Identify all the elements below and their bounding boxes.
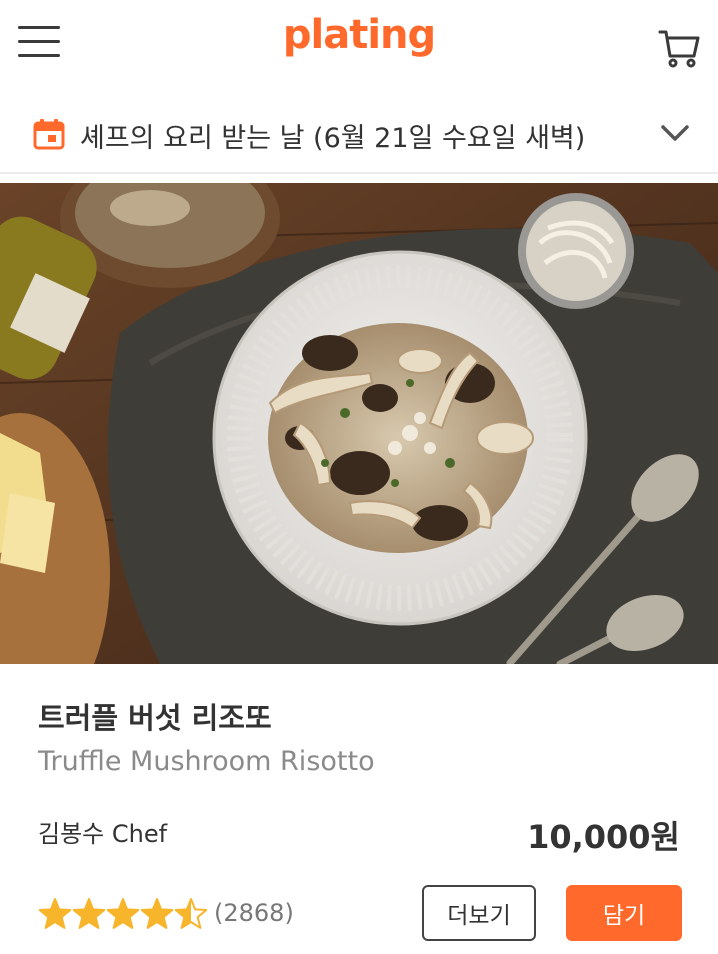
app-header: plating — [0, 0, 718, 90]
delivery-date-text: 셰프의 요리 받는 날 (6월 21일 수요일 새벽) — [80, 123, 586, 154]
star-icon — [72, 898, 106, 929]
calendar-icon — [33, 119, 65, 150]
star-icon — [38, 898, 72, 929]
chef-name: 김봉수 Chef — [38, 820, 168, 848]
star-icon — [140, 898, 174, 929]
shopping-cart-icon[interactable] — [658, 26, 702, 70]
product-title-korean[interactable]: 트러플 버섯 리조또 — [38, 695, 272, 737]
star-rating — [38, 898, 208, 929]
review-count[interactable]: (2868) — [214, 899, 294, 927]
add-to-cart-button[interactable]: 담기 — [566, 885, 682, 941]
more-button[interactable]: 더보기 — [422, 885, 536, 941]
chevron-down-icon[interactable] — [660, 122, 690, 144]
plating-logo[interactable]: plating — [0, 12, 718, 58]
star-icon — [106, 898, 140, 929]
product-title-english: Truffle Mushroom Risotto — [38, 746, 375, 777]
risotto-photo[interactable] — [0, 183, 718, 664]
delivery-date-selector[interactable]: 셰프의 요리 받는 날 (6월 21일 수요일 새벽) — [0, 96, 718, 174]
product-price: 10,000원 — [527, 818, 680, 856]
